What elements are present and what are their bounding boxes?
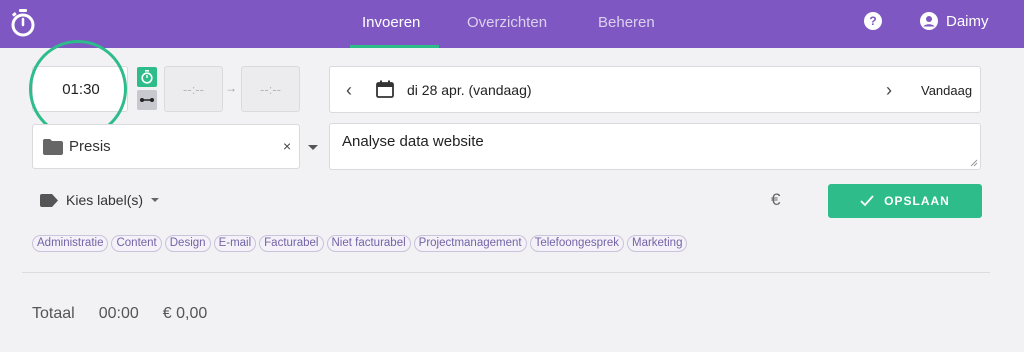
active-tab-indicator bbox=[350, 45, 439, 48]
tab-overzichten[interactable]: Overzichten bbox=[467, 14, 547, 31]
label-chip-marketing[interactable]: Marketing bbox=[626, 235, 688, 252]
arrow-right-icon: → bbox=[225, 81, 237, 95]
top-navigation-bar: Invoeren Overzichten Beheren ? Daimy bbox=[0, 0, 1024, 48]
end-time-placeholder: --:-- bbox=[260, 82, 281, 97]
chevron-down-icon bbox=[151, 198, 160, 202]
save-button-label: OPSLAAN bbox=[884, 194, 950, 208]
save-button[interactable]: OPSLAAN bbox=[828, 184, 982, 218]
label-chip-design[interactable]: Design bbox=[164, 235, 211, 252]
next-day-button[interactable]: › bbox=[886, 80, 892, 101]
label-chip-administratie[interactable]: Administratie bbox=[32, 235, 109, 252]
label-chip-content[interactable]: Content bbox=[111, 235, 162, 252]
help-icon[interactable]: ? bbox=[864, 12, 882, 30]
description-value: Analyse data website bbox=[342, 133, 484, 150]
duration-input[interactable]: 01:30 bbox=[32, 66, 128, 112]
label-chip-facturabel[interactable]: Facturabel bbox=[259, 235, 324, 252]
section-divider bbox=[22, 272, 990, 273]
timer-mode-button[interactable] bbox=[137, 67, 157, 87]
selected-date[interactable]: di 28 apr. (vandaag) bbox=[407, 82, 532, 98]
tab-beheren[interactable]: Beheren bbox=[598, 14, 655, 31]
project-name: Presis bbox=[69, 138, 111, 155]
tag-icon bbox=[40, 193, 58, 207]
project-select[interactable]: Presis × bbox=[32, 124, 318, 169]
user-menu[interactable]: Daimy bbox=[920, 11, 989, 31]
totals-amount: € 0,00 bbox=[162, 305, 208, 322]
billable-euro-icon[interactable]: € bbox=[771, 190, 780, 210]
stopwatch-logo-icon[interactable] bbox=[10, 9, 36, 37]
label-chip-list: Administratie Content Design E-mail Fact… bbox=[32, 235, 688, 252]
today-button[interactable]: Vandaag bbox=[921, 83, 972, 98]
previous-day-button[interactable]: ‹ bbox=[346, 80, 352, 101]
date-navigator: ‹ di 28 apr. (vandaag) › Vandaag bbox=[329, 66, 981, 113]
label-chip-e-mail[interactable]: E-mail bbox=[213, 235, 257, 252]
resize-grip-icon[interactable] bbox=[970, 159, 978, 167]
totals-row: Totaal 00:00 € 0,00 bbox=[32, 305, 207, 323]
labels-dropdown-label: Kies label(s) bbox=[66, 192, 144, 208]
user-name: Daimy bbox=[946, 12, 989, 30]
labels-dropdown[interactable]: Kies label(s) bbox=[40, 192, 160, 208]
calendar-icon[interactable] bbox=[376, 80, 394, 98]
range-mode-button[interactable] bbox=[137, 90, 157, 110]
label-chip-projectmanagement[interactable]: Projectmanagement bbox=[413, 235, 527, 252]
range-icon bbox=[140, 98, 154, 102]
start-time-placeholder: --:-- bbox=[183, 82, 204, 97]
label-chip-niet-facturabel[interactable]: Niet facturabel bbox=[326, 235, 411, 252]
description-textarea[interactable]: Analyse data website bbox=[329, 123, 981, 170]
stopwatch-icon bbox=[141, 70, 153, 84]
chevron-down-icon[interactable] bbox=[308, 145, 318, 150]
totals-label: Totaal bbox=[32, 305, 75, 322]
end-time-input[interactable]: --:-- bbox=[241, 66, 300, 112]
user-circle-icon bbox=[920, 12, 938, 30]
folder-icon bbox=[43, 139, 63, 155]
duration-value: 01:30 bbox=[62, 81, 100, 98]
check-icon bbox=[860, 195, 874, 207]
tab-invoeren[interactable]: Invoeren bbox=[362, 14, 420, 31]
label-chip-telefoongesprek[interactable]: Telefoongesprek bbox=[529, 235, 624, 252]
totals-duration: 00:00 bbox=[98, 305, 139, 322]
start-time-input[interactable]: --:-- bbox=[164, 66, 223, 112]
clear-project-icon[interactable]: × bbox=[283, 138, 291, 154]
